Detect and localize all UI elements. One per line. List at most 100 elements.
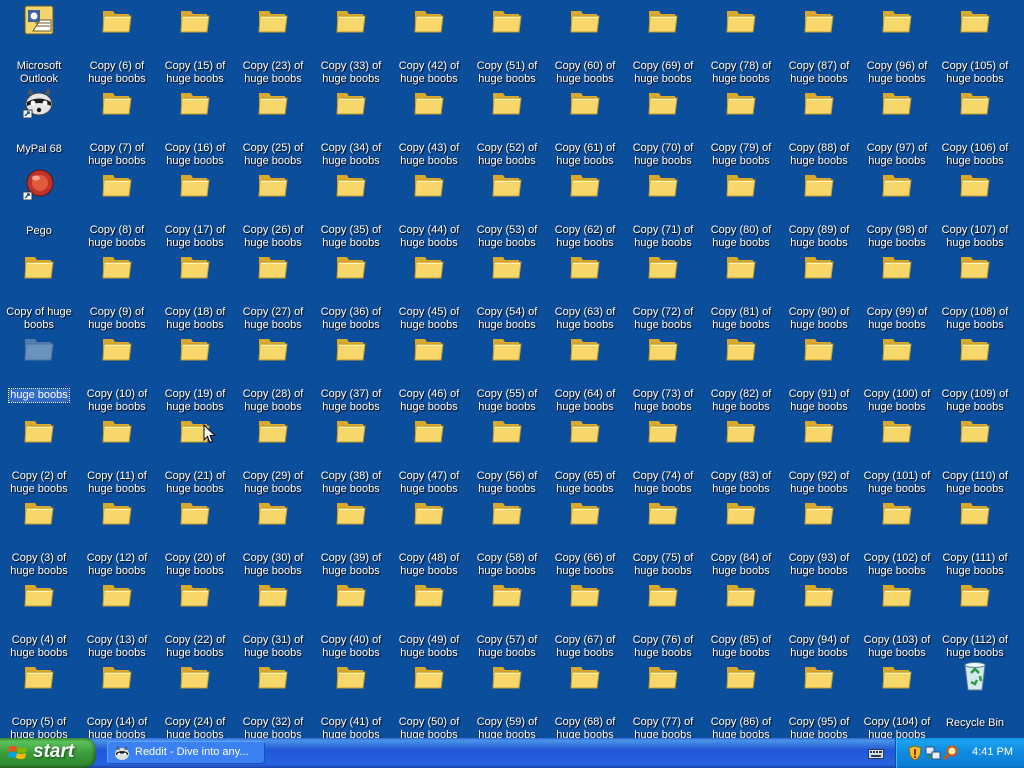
desktop-icon-mypal-68[interactable]: MyPal 68 bbox=[0, 82, 78, 164]
desktop-icon-copy-45-of-huge-boobs[interactable]: Copy (45) of huge boobs bbox=[390, 246, 468, 331]
desktop-icon-c[interactable]: C bbox=[1014, 246, 1024, 328]
desktop-icon-copy-57-of-huge-boobs[interactable]: Copy (57) of huge boobs bbox=[468, 574, 546, 659]
desktop-icon-copy-66-of-huge-boobs[interactable]: Copy (66) of huge boobs bbox=[546, 492, 624, 577]
desktop-icon-copy-50-of-huge-boobs[interactable]: Copy (50) of huge boobs bbox=[390, 656, 468, 738]
network-icon[interactable] bbox=[925, 745, 941, 761]
desktop-icon-copy-12-of-huge-boobs[interactable]: Copy (12) of huge boobs bbox=[78, 492, 156, 577]
desktop-icon-copy-77-of-huge-boobs[interactable]: Copy (77) of huge boobs bbox=[624, 656, 702, 738]
desktop-icon-copy-73-of-huge-boobs[interactable]: Copy (73) of huge boobs bbox=[624, 328, 702, 413]
desktop-icon-copy-89-of-huge-boobs[interactable]: Copy (89) of huge boobs bbox=[780, 164, 858, 249]
desktop-icon-copy-60-of-huge-boobs[interactable]: Copy (60) of huge boobs bbox=[546, 0, 624, 85]
desktop-icon-copy-7-of-huge-boobs[interactable]: Copy (7) of huge boobs bbox=[78, 82, 156, 167]
desktop-icon-copy-104-of-huge-boobs[interactable]: Copy (104) of huge boobs bbox=[858, 656, 936, 738]
desktop-icon-copy-43-of-huge-boobs[interactable]: Copy (43) of huge boobs bbox=[390, 82, 468, 167]
desktop-icon-copy-59-of-huge-boobs[interactable]: Copy (59) of huge boobs bbox=[468, 656, 546, 738]
desktop-icon-c[interactable]: C bbox=[1014, 574, 1024, 656]
desktop-icon-copy-17-of-huge-boobs[interactable]: Copy (17) of huge boobs bbox=[156, 164, 234, 249]
desktop-icon-copy-62-of-huge-boobs[interactable]: Copy (62) of huge boobs bbox=[546, 164, 624, 249]
desktop-icon-copy-84-of-huge-boobs[interactable]: Copy (84) of huge boobs bbox=[702, 492, 780, 577]
desktop-icon-copy-72-of-huge-boobs[interactable]: Copy (72) of huge boobs bbox=[624, 246, 702, 331]
desktop-icon-copy-2-of-huge-boobs[interactable]: Copy (2) of huge boobs bbox=[0, 410, 78, 495]
desktop-icon-copy-107-of-huge-boobs[interactable]: Copy (107) of huge boobs bbox=[936, 164, 1014, 249]
desktop-icon-copy-74-of-huge-boobs[interactable]: Copy (74) of huge boobs bbox=[624, 410, 702, 495]
desktop-icon-copy-52-of-huge-boobs[interactable]: Copy (52) of huge boobs bbox=[468, 82, 546, 167]
desktop-icon-copy-54-of-huge-boobs[interactable]: Copy (54) of huge boobs bbox=[468, 246, 546, 331]
desktop-icon-copy-5-of-huge-boobs[interactable]: Copy (5) of huge boobs bbox=[0, 656, 78, 738]
desktop-icon-copy-39-of-huge-boobs[interactable]: Copy (39) of huge boobs bbox=[312, 492, 390, 577]
search-icon[interactable] bbox=[943, 745, 959, 761]
desktop-icon-copy-79-of-huge-boobs[interactable]: Copy (79) of huge boobs bbox=[702, 82, 780, 167]
desktop-icon-copy-88-of-huge-boobs[interactable]: Copy (88) of huge boobs bbox=[780, 82, 858, 167]
desktop-icon-copy-23-of-huge-boobs[interactable]: Copy (23) of huge boobs bbox=[234, 0, 312, 85]
desktop-icon-copy-75-of-huge-boobs[interactable]: Copy (75) of huge boobs bbox=[624, 492, 702, 577]
desktop-icon-copy-93-of-huge-boobs[interactable]: Copy (93) of huge boobs bbox=[780, 492, 858, 577]
desktop-icon-copy-53-of-huge-boobs[interactable]: Copy (53) of huge boobs bbox=[468, 164, 546, 249]
desktop-icon-copy-92-of-huge-boobs[interactable]: Copy (92) of huge boobs bbox=[780, 410, 858, 495]
desktop[interactable]: Microsoft Outlook MyPal 68 Pego Copy of hug… bbox=[0, 0, 1024, 738]
desktop-icon-copy-98-of-huge-boobs[interactable]: Copy (98) of huge boobs bbox=[858, 164, 936, 249]
desktop-icon-copy-34-of-huge-boobs[interactable]: Copy (34) of huge boobs bbox=[312, 82, 390, 167]
desktop-icon-copy-27-of-huge-boobs[interactable]: Copy (27) of huge boobs bbox=[234, 246, 312, 331]
clock[interactable]: 4:41 PM bbox=[972, 746, 1013, 758]
desktop-icon-copy-82-of-huge-boobs[interactable]: Copy (82) of huge boobs bbox=[702, 328, 780, 413]
desktop-icon-copy-32-of-huge-boobs[interactable]: Copy (32) of huge boobs bbox=[234, 656, 312, 738]
desktop-icon-copy-61-of-huge-boobs[interactable]: Copy (61) of huge boobs bbox=[546, 82, 624, 167]
desktop-icon-copy-105-of-huge-boobs[interactable]: Copy (105) of huge boobs bbox=[936, 0, 1014, 85]
desktop-icon-copy-55-of-huge-boobs[interactable]: Copy (55) of huge boobs bbox=[468, 328, 546, 413]
desktop-icon-copy-67-of-huge-boobs[interactable]: Copy (67) of huge boobs bbox=[546, 574, 624, 659]
desktop-icon-copy-22-of-huge-boobs[interactable]: Copy (22) of huge boobs bbox=[156, 574, 234, 659]
desktop-icon-copy-78-of-huge-boobs[interactable]: Copy (78) of huge boobs bbox=[702, 0, 780, 85]
desktop-icon-copy-99-of-huge-boobs[interactable]: Copy (99) of huge boobs bbox=[858, 246, 936, 331]
desktop-icon-c[interactable]: C bbox=[1014, 328, 1024, 410]
security-shield-icon[interactable] bbox=[907, 745, 923, 761]
desktop-icon-copy-10-of-huge-boobs[interactable]: Copy (10) of huge boobs bbox=[78, 328, 156, 413]
desktop-icon-copy-33-of-huge-boobs[interactable]: Copy (33) of huge boobs bbox=[312, 0, 390, 85]
desktop-icon-copy-38-of-huge-boobs[interactable]: Copy (38) of huge boobs bbox=[312, 410, 390, 495]
desktop-icon-copy-28-of-huge-boobs[interactable]: Copy (28) of huge boobs bbox=[234, 328, 312, 413]
desktop-icon-copy-112-of-huge-boobs[interactable]: Copy (112) of huge boobs bbox=[936, 574, 1014, 659]
desktop-icon-copy-3-of-huge-boobs[interactable]: Copy (3) of huge boobs bbox=[0, 492, 78, 577]
desktop-icon-copy-96-of-huge-boobs[interactable]: Copy (96) of huge boobs bbox=[858, 0, 936, 85]
desktop-icon-copy-of-huge-boobs[interactable]: Copy of huge boobs bbox=[0, 246, 78, 331]
desktop-icon-copy-6-of-huge-boobs[interactable]: Copy (6) of huge boobs bbox=[78, 0, 156, 85]
desktop-icon-copy-35-of-huge-boobs[interactable]: Copy (35) of huge boobs bbox=[312, 164, 390, 249]
desktop-icon-copy-103-of-huge-boobs[interactable]: Copy (103) of huge boobs bbox=[858, 574, 936, 659]
desktop-icon-c[interactable]: C bbox=[1014, 164, 1024, 246]
desktop-icon-copy-20-of-huge-boobs[interactable]: Copy (20) of huge boobs bbox=[156, 492, 234, 577]
desktop-icon-copy-95-of-huge-boobs[interactable]: Copy (95) of huge boobs bbox=[780, 656, 858, 738]
desktop-icon-huge-boobs[interactable]: huge boobs bbox=[0, 328, 78, 410]
desktop-icon-copy-24-of-huge-boobs[interactable]: Copy (24) of huge boobs bbox=[156, 656, 234, 738]
desktop-icon-copy-76-of-huge-boobs[interactable]: Copy (76) of huge boobs bbox=[624, 574, 702, 659]
desktop-icon-copy-21-of-huge-boobs[interactable]: Copy (21) of huge boobs bbox=[156, 410, 234, 495]
desktop-icon-c[interactable]: C bbox=[1014, 0, 1024, 82]
taskbar-button-reddit[interactable]: Reddit - Dive into any... bbox=[107, 741, 265, 764]
desktop-icon-copy-4-of-huge-boobs[interactable]: Copy (4) of huge boobs bbox=[0, 574, 78, 659]
desktop-icon-copy-26-of-huge-boobs[interactable]: Copy (26) of huge boobs bbox=[234, 164, 312, 249]
desktop-icon-copy-97-of-huge-boobs[interactable]: Copy (97) of huge boobs bbox=[858, 82, 936, 167]
desktop-icon-copy-111-of-huge-boobs[interactable]: Copy (111) of huge boobs bbox=[936, 492, 1014, 577]
desktop-icon-copy-48-of-huge-boobs[interactable]: Copy (48) of huge boobs bbox=[390, 492, 468, 577]
desktop-icon-copy-41-of-huge-boobs[interactable]: Copy (41) of huge boobs bbox=[312, 656, 390, 738]
desktop-icon-copy-9-of-huge-boobs[interactable]: Copy (9) of huge boobs bbox=[78, 246, 156, 331]
desktop-icon-copy-40-of-huge-boobs[interactable]: Copy (40) of huge boobs bbox=[312, 574, 390, 659]
start-button[interactable]: start bbox=[0, 738, 96, 768]
desktop-icon-copy-64-of-huge-boobs[interactable]: Copy (64) of huge boobs bbox=[546, 328, 624, 413]
desktop-icon-recycle-bin[interactable]: Recycle Bin bbox=[936, 656, 1014, 738]
desktop-icon-copy-65-of-huge-boobs[interactable]: Copy (65) of huge boobs bbox=[546, 410, 624, 495]
desktop-icon-copy-109-of-huge-boobs[interactable]: Copy (109) of huge boobs bbox=[936, 328, 1014, 413]
desktop-icon-copy-68-of-huge-boobs[interactable]: Copy (68) of huge boobs bbox=[546, 656, 624, 738]
desktop-icon-copy-49-of-huge-boobs[interactable]: Copy (49) of huge boobs bbox=[390, 574, 468, 659]
desktop-icon-copy-47-of-huge-boobs[interactable]: Copy (47) of huge boobs bbox=[390, 410, 468, 495]
desktop-icon-copy-90-of-huge-boobs[interactable]: Copy (90) of huge boobs bbox=[780, 246, 858, 331]
desktop-icon-copy-83-of-huge-boobs[interactable]: Copy (83) of huge boobs bbox=[702, 410, 780, 495]
desktop-icon-copy-110-of-huge-boobs[interactable]: Copy (110) of huge boobs bbox=[936, 410, 1014, 495]
desktop-icon-c[interactable]: C bbox=[1014, 492, 1024, 574]
desktop-icon-copy-18-of-huge-boobs[interactable]: Copy (18) of huge boobs bbox=[156, 246, 234, 331]
desktop-icon-copy-15-of-huge-boobs[interactable]: Copy (15) of huge boobs bbox=[156, 0, 234, 85]
desktop-icon-copy-108-of-huge-boobs[interactable]: Copy (108) of huge boobs bbox=[936, 246, 1014, 331]
desktop-icon-copy-37-of-huge-boobs[interactable]: Copy (37) of huge boobs bbox=[312, 328, 390, 413]
keyboard-icon[interactable] bbox=[868, 746, 884, 760]
desktop-icon-copy-31-of-huge-boobs[interactable]: Copy (31) of huge boobs bbox=[234, 574, 312, 659]
desktop-icon-copy-51-of-huge-boobs[interactable]: Copy (51) of huge boobs bbox=[468, 0, 546, 85]
desktop-icon-copy-8-of-huge-boobs[interactable]: Copy (8) of huge boobs bbox=[78, 164, 156, 249]
